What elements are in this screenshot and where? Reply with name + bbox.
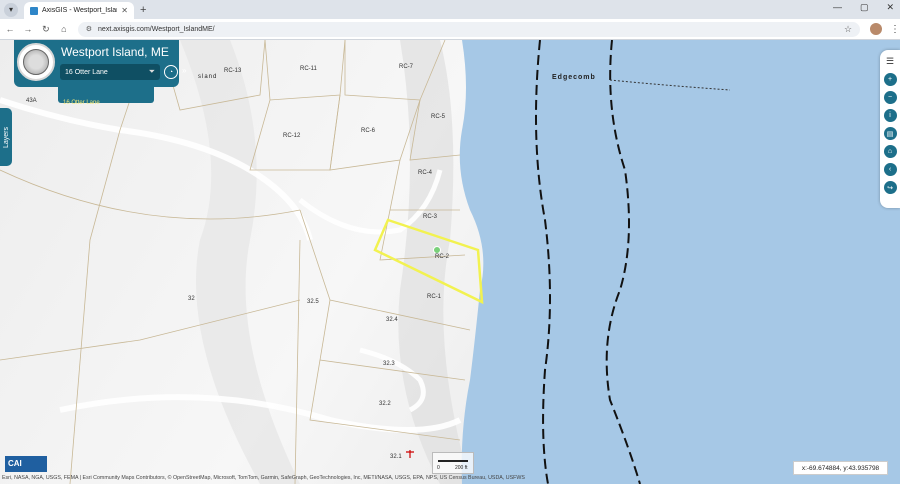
tab-favicon-icon [30, 6, 38, 15]
parcel-search-input[interactable]: 16 Otter Lane ⏷ [60, 64, 160, 80]
zoom-out-icon[interactable]: − [883, 91, 897, 104]
bookmark-star-icon[interactable]: ☆ [844, 24, 852, 35]
location-marker [433, 246, 441, 254]
info-icon[interactable]: i [883, 109, 897, 122]
maximize-button[interactable]: ▢ [860, 2, 869, 13]
map-graphics [0, 40, 900, 484]
search-value: 16 Otter Lane [65, 68, 108, 76]
tab-title: AxisGIS - Westport_IslandME [42, 7, 117, 14]
town-title: Westport Island, ME [61, 45, 169, 59]
parcel-label[interactable]: 32.5 [307, 299, 319, 305]
browser-menu-icon[interactable]: ⋮ [890, 24, 900, 35]
menu-icon[interactable]: ☰ [884, 55, 897, 68]
coordinates-readout: x:-69.674884, y:43.935798 [793, 461, 888, 475]
tab-close-icon[interactable]: ✕ [121, 6, 128, 15]
scale-bar: 0 200 ft [432, 452, 474, 474]
scale-end-label: 200 ft [455, 465, 468, 471]
profile-avatar[interactable] [870, 23, 882, 35]
town-seal-logo [17, 43, 55, 81]
parcel-label[interactable]: 32.2 [379, 401, 391, 407]
parcel-label[interactable]: RC-5 [431, 114, 445, 120]
window-controls: — ▢ ✕ [833, 2, 894, 13]
map-canvas[interactable]: Edgecomb sland RC-13 RC-11 RC-7 43A RC-5… [0, 40, 900, 484]
zoom-in-icon[interactable]: + [883, 73, 897, 86]
parcel-label[interactable]: RC-2 [435, 254, 449, 260]
home-extent-icon[interactable]: ⌂ [883, 145, 897, 158]
search-result-dropdown: 16 Otter Lane [58, 87, 154, 106]
forward-button[interactable]: → [20, 24, 36, 34]
parcel-label[interactable]: RC-3 [423, 214, 437, 220]
minimize-button[interactable]: — [833, 2, 842, 13]
back-button[interactable]: ← [2, 24, 18, 34]
parcel-label[interactable]: RC-6 [361, 128, 375, 134]
parcel-label[interactable]: RC-4 [418, 170, 432, 176]
home-button[interactable]: ⌂ [56, 24, 72, 34]
browser-tab[interactable]: AxisGIS - Westport_IslandME ✕ [24, 2, 134, 19]
close-window-button[interactable]: ✕ [886, 2, 894, 13]
cai-logo[interactable]: CAI [5, 456, 47, 472]
expand-chevron-icon[interactable]: » [182, 66, 186, 75]
scale-start-label: 0 [437, 465, 440, 471]
parcel-label[interactable]: 32.3 [383, 361, 395, 367]
url-text: next.axisgis.com/Westport_IslandME/ [98, 25, 215, 33]
tab-search-menu-button[interactable]: ▾ [4, 2, 18, 17]
parcel-label[interactable]: RC-11 [300, 66, 317, 72]
url-input[interactable]: ⚙ next.axisgis.com/Westport_IslandME/ ☆ [77, 21, 861, 37]
parcel-label[interactable]: RC-13 [224, 68, 241, 74]
parcel-label[interactable]: 32.1 [390, 454, 402, 460]
parcel-label[interactable]: 43A [26, 98, 37, 104]
back-arrow-icon[interactable]: ‹ [883, 163, 897, 176]
road-label-partial: sland [198, 74, 218, 80]
layers-label: Layers [2, 126, 10, 148]
app-header-panel: Westport Island, ME 16 Otter Lane ⏷ ◔ » [14, 40, 186, 87]
parcel-label[interactable]: RC-12 [283, 133, 300, 139]
parcel-label[interactable]: 32 [188, 296, 195, 302]
parcel-label[interactable]: RC-7 [399, 64, 413, 70]
share-icon[interactable]: ↪ [883, 181, 897, 194]
search-result-item[interactable]: 16 Otter Lane [63, 100, 100, 106]
town-label-edgecomb: Edgecomb [552, 74, 596, 81]
site-info-icon[interactable]: ⚙ [86, 25, 92, 33]
map-toolbar: ☰ + − i ▤ ⌂ ‹ ↪ [880, 50, 900, 208]
print-icon[interactable]: ▤ [883, 127, 897, 140]
new-tab-button[interactable]: + [140, 4, 146, 16]
parcel-label[interactable]: RC-1 [427, 294, 441, 300]
address-bar-row: ← → ↻ ⌂ ⚙ next.axisgis.com/Westport_Isla… [0, 19, 900, 40]
water-area [459, 40, 900, 484]
reload-button[interactable]: ↻ [38, 24, 54, 35]
browser-tab-bar: ▾ AxisGIS - Westport_IslandME ✕ + — ▢ ✕ [0, 0, 900, 19]
parcel-label[interactable]: 32.4 [386, 317, 398, 323]
filter-icon[interactable]: ⏷ [149, 67, 155, 77]
layers-panel-tab[interactable]: Layers [0, 108, 12, 166]
map-attribution: Esri, NASA, NGA, USGS, FEMA | Esri Commu… [2, 475, 525, 481]
search-options-button[interactable]: ◔ [164, 65, 178, 79]
